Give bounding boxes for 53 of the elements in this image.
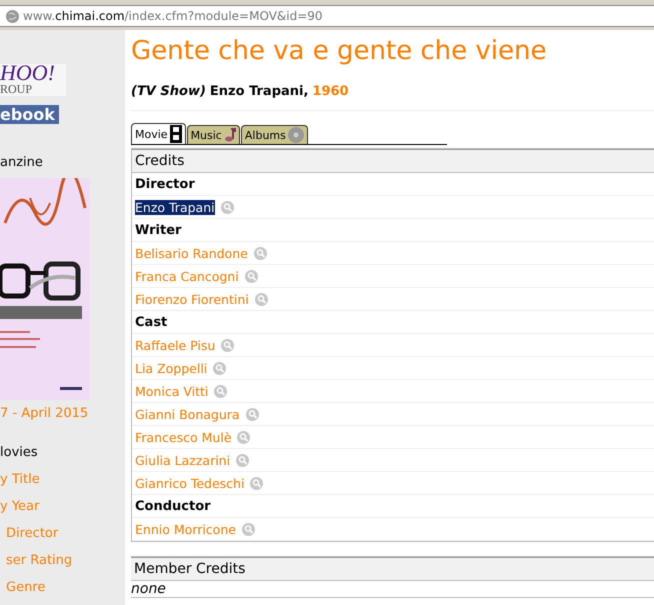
search-icon[interactable]	[244, 270, 258, 282]
page-title: Gente che va e gente che viene	[131, 36, 548, 66]
globe-icon	[6, 10, 19, 22]
sidebar-heading: anzine	[0, 155, 43, 170]
person-link[interactable]: Lia Zoppelli	[135, 360, 208, 376]
empty-note: none	[131, 581, 167, 597]
search-icon[interactable]	[236, 454, 250, 466]
role-heading: Cast	[135, 314, 168, 330]
search-icon[interactable]	[214, 384, 228, 398]
role-heading: Conductor	[135, 498, 211, 514]
url-text: www.chimai.com/index.cfm?module=MOV&id=90	[23, 9, 323, 23]
person-link[interactable]: Belisario Randone	[135, 246, 248, 260]
issue-link[interactable]: 7 - April 2015	[0, 406, 88, 421]
section-heading: Credits	[132, 149, 654, 173]
sidebar-link[interactable]: Genre	[6, 580, 46, 595]
person-link[interactable]: Gianrico Tedeschi	[135, 476, 244, 490]
tab[interactable]: Movie	[131, 123, 186, 144]
sidebar-link[interactable]: ser Rating	[6, 553, 72, 568]
person-link[interactable]: Fiorenzo Fiorentini	[135, 292, 249, 306]
search-icon[interactable]	[246, 408, 259, 420]
tab[interactable]: Albums	[240, 125, 308, 144]
facebook-logo[interactable]: ebook	[0, 105, 59, 124]
address-bar[interactable]: www.chimai.com/index.cfm?module=MOV&id=90	[0, 5, 654, 27]
tab[interactable]: Music	[186, 125, 240, 144]
search-icon[interactable]	[242, 522, 255, 536]
year-link[interactable]: 1960	[312, 84, 349, 110]
person-link[interactable]: Raffaele Pisu	[135, 338, 216, 352]
person-link[interactable]: Franca Cancogni	[135, 268, 239, 284]
director-name: Enzo Trapani,	[210, 84, 308, 101]
sidebar-heading: lovies	[0, 445, 38, 460]
person-link[interactable]: Enzo Trapani	[135, 200, 215, 214]
person-link[interactable]: Francesco Mulè	[135, 430, 232, 444]
show-type: (TV Show)	[131, 84, 206, 101]
role-heading: Writer	[135, 222, 182, 238]
search-icon[interactable]	[213, 362, 226, 374]
person-link[interactable]: Giulia Lazzarini	[135, 452, 230, 468]
search-icon[interactable]	[254, 246, 267, 260]
person-link[interactable]: Ennio Morricone	[135, 522, 236, 536]
search-icon[interactable]	[250, 476, 264, 490]
disc-icon	[288, 127, 304, 143]
sidebar-link[interactable]: y Title	[0, 472, 40, 487]
sidebar-link[interactable]: y Year	[0, 499, 40, 514]
search-icon[interactable]	[254, 292, 268, 306]
music-note-icon	[224, 128, 236, 142]
role-heading: Director	[135, 176, 195, 192]
sidebar-link[interactable]: Director	[6, 526, 58, 541]
search-icon[interactable]	[221, 338, 234, 352]
search-icon[interactable]	[237, 430, 250, 444]
search-icon[interactable]	[220, 200, 234, 214]
person-link[interactable]: Monica Vitti	[135, 384, 208, 398]
section-heading: Member Credits	[131, 557, 654, 581]
person-link[interactable]: Gianni Bonagura	[135, 406, 240, 422]
yahoo-group-logo[interactable]: HOO! ROUP	[0, 64, 66, 96]
